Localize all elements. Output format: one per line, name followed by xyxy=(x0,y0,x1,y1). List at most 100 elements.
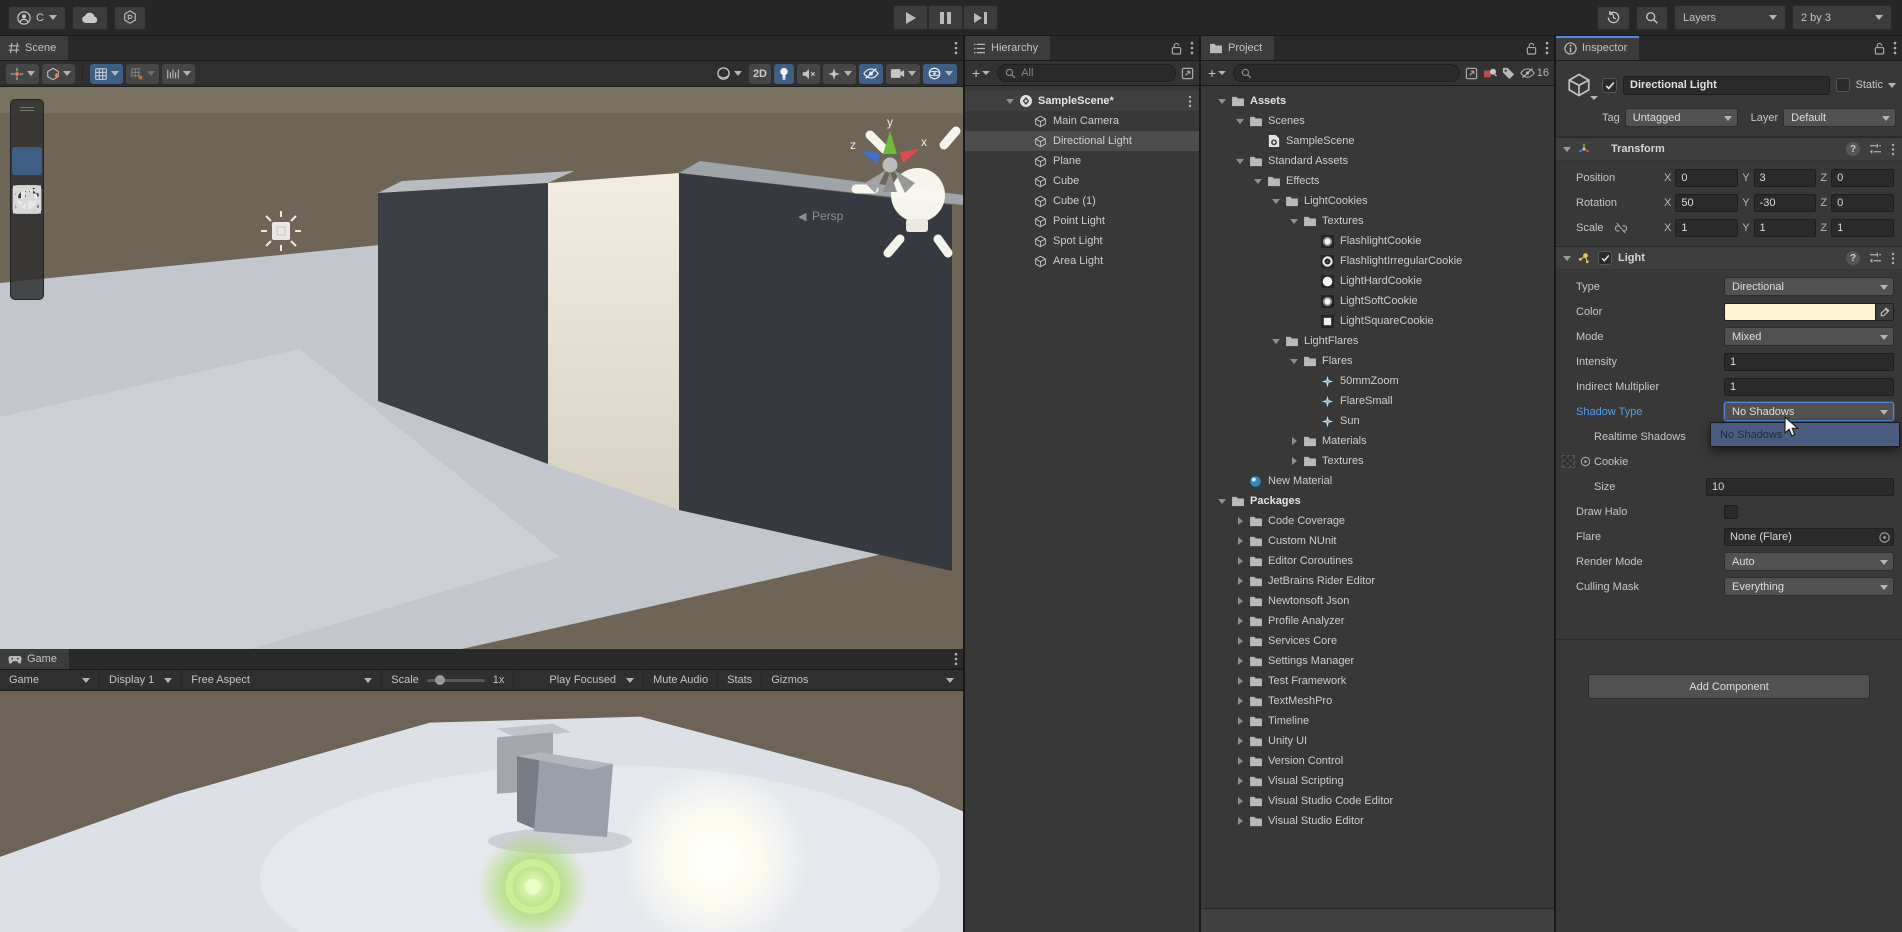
project-item-packages[interactable]: Packages xyxy=(1201,491,1554,511)
expander-closed-icon[interactable] xyxy=(1233,634,1247,648)
project-item-scenes[interactable]: Scenes xyxy=(1201,111,1554,131)
expander-open-icon[interactable] xyxy=(1287,354,1301,368)
expander-closed-icon[interactable] xyxy=(1233,514,1247,528)
gameobject-name-field[interactable]: Directional Light xyxy=(1623,75,1831,95)
project-item-sun[interactable]: Sun xyxy=(1201,411,1554,431)
project-item-editor-coroutines[interactable]: Editor Coroutines xyxy=(1201,551,1554,571)
expander-open-icon[interactable] xyxy=(1287,214,1301,228)
light-enabled-checkbox[interactable] xyxy=(1598,251,1612,265)
scene-visibility-button[interactable] xyxy=(859,63,883,84)
hierarchy-item-samplescene[interactable]: SampleScene* xyxy=(965,91,1199,111)
search-by-label-icon[interactable] xyxy=(1502,67,1515,80)
expander-closed-icon[interactable] xyxy=(1233,694,1247,708)
stats-button[interactable]: Stats xyxy=(718,670,763,690)
layers-dropdown[interactable]: Layers xyxy=(1674,5,1786,30)
kebab-menu-icon[interactable] xyxy=(1545,41,1549,55)
project-item-visual-studio-code-editor[interactable]: Visual Studio Code Editor xyxy=(1201,791,1554,811)
snap-increment-button[interactable] xyxy=(162,63,195,84)
play-button[interactable] xyxy=(893,5,928,30)
project-item-unity-ui[interactable]: Unity UI xyxy=(1201,731,1554,751)
popup-item-no-shadows[interactable]: No Shadows xyxy=(1711,423,1899,446)
project-item-visual-studio-editor[interactable]: Visual Studio Editor xyxy=(1201,811,1554,831)
rotation-z-field[interactable]: 0 xyxy=(1831,193,1894,212)
mute-audio-button[interactable]: Mute Audio xyxy=(644,670,719,690)
scale-x-field[interactable]: 1 xyxy=(1675,218,1739,237)
kebab-menu-icon[interactable] xyxy=(1188,95,1192,108)
project-item-lighthardcookie[interactable]: LightHardCookie xyxy=(1201,271,1554,291)
cloud-button[interactable] xyxy=(71,5,108,30)
eyedropper-icon[interactable] xyxy=(1875,303,1893,320)
project-search-input[interactable] xyxy=(1233,64,1460,82)
expander-closed-icon[interactable] xyxy=(1233,814,1247,828)
project-item-custom-nunit[interactable]: Custom NUnit xyxy=(1201,531,1554,551)
chevron-down-icon[interactable] xyxy=(1888,82,1896,88)
expander-open-icon[interactable] xyxy=(1269,334,1283,348)
hierarchy-item-main-camera[interactable]: Main Camera xyxy=(965,111,1199,131)
expander-closed-icon[interactable] xyxy=(1233,714,1247,728)
game-view-dropdown[interactable]: Game xyxy=(0,670,100,690)
hierarchy-item-cube[interactable]: Cube xyxy=(965,171,1199,191)
hierarchy-search-input[interactable]: All xyxy=(997,64,1176,82)
gizmos-dropdown[interactable]: Gizmos xyxy=(762,670,963,690)
perspective-label[interactable]: ◀ Persp xyxy=(798,209,844,223)
create-object-button[interactable]: + xyxy=(970,65,992,81)
pause-button[interactable] xyxy=(928,5,963,30)
project-item-standard-assets[interactable]: Standard Assets xyxy=(1201,151,1554,171)
project-item-flares[interactable]: Flares xyxy=(1201,351,1554,371)
tab-hierarchy[interactable]: Hierarchy xyxy=(965,36,1051,60)
expander-closed-icon[interactable] xyxy=(1287,434,1301,448)
link-broken-icon[interactable] xyxy=(1614,222,1628,234)
shading-mode-button[interactable] xyxy=(712,64,746,84)
tab-scene[interactable]: Scene xyxy=(0,36,69,60)
position-x-field[interactable]: 0 xyxy=(1675,168,1739,187)
foldout-icon[interactable] xyxy=(1563,255,1571,261)
project-item-profile-analyzer[interactable]: Profile Analyzer xyxy=(1201,611,1554,631)
rotation-y-field[interactable]: -30 xyxy=(1753,193,1817,212)
kebab-menu-icon[interactable] xyxy=(1891,252,1895,265)
draw-halo-checkbox[interactable] xyxy=(1724,504,1738,519)
handle-rotation-button[interactable] xyxy=(42,63,75,84)
project-item-lightcookies[interactable]: LightCookies xyxy=(1201,191,1554,211)
tab-project[interactable]: Project xyxy=(1201,36,1275,60)
project-item-lightsoftcookie[interactable]: LightSoftCookie xyxy=(1201,291,1554,311)
cookie-size-field[interactable]: 10 xyxy=(1706,477,1894,496)
project-item-flashlightcookie[interactable]: FlashlightCookie xyxy=(1201,231,1554,251)
effects-button[interactable] xyxy=(823,63,856,84)
project-item-services-core[interactable]: Services Core xyxy=(1201,631,1554,651)
expander-open-icon[interactable] xyxy=(1233,154,1247,168)
hidden-count-button[interactable]: 16 xyxy=(1519,67,1549,79)
layer-dropdown[interactable]: Default xyxy=(1783,108,1896,127)
scale-z-field[interactable]: 1 xyxy=(1831,218,1894,237)
transform-tool-button[interactable] xyxy=(12,186,42,295)
project-item-timeline[interactable]: Timeline xyxy=(1201,711,1554,731)
expander-open-icon[interactable] xyxy=(1215,94,1229,108)
position-y-field[interactable]: 3 xyxy=(1753,168,1817,187)
foldout-icon[interactable] xyxy=(1563,146,1571,152)
hierarchy-item-cube-1[interactable]: Cube (1) xyxy=(965,191,1199,211)
scale-slider[interactable] xyxy=(426,674,485,685)
position-z-field[interactable]: 0 xyxy=(1831,168,1894,187)
grid-visibility-button[interactable] xyxy=(90,63,123,84)
scene-viewport[interactable]: y x z ◀ Persp xyxy=(0,87,963,649)
audio-mute-button[interactable] xyxy=(797,63,820,84)
open-new-window-icon[interactable] xyxy=(1181,67,1194,80)
expander-open-icon[interactable] xyxy=(1003,94,1017,108)
indirect-multiplier-field[interactable]: 1 xyxy=(1724,377,1894,396)
light-mode-dropdown[interactable]: Mixed xyxy=(1724,327,1894,346)
render-mode-dropdown[interactable]: Auto xyxy=(1724,552,1894,571)
open-new-window-icon[interactable] xyxy=(1465,67,1478,80)
transform-component-header[interactable]: Transform ? xyxy=(1556,137,1902,161)
aspect-dropdown[interactable]: Free Aspect xyxy=(182,670,383,690)
light-color-swatch[interactable] xyxy=(1724,302,1894,321)
expander-open-icon[interactable] xyxy=(1269,194,1283,208)
light-component-header[interactable]: Light ? xyxy=(1556,246,1902,270)
expander-closed-icon[interactable] xyxy=(1233,554,1247,568)
expander-open-icon[interactable] xyxy=(1251,174,1265,188)
project-item-assets[interactable]: Assets xyxy=(1201,91,1554,111)
expander-closed-icon[interactable] xyxy=(1233,654,1247,668)
flare-object-field[interactable]: None (Flare) xyxy=(1724,527,1894,546)
search-by-type-icon[interactable] xyxy=(1483,67,1497,80)
kebab-menu-icon[interactable] xyxy=(1190,41,1194,55)
game-viewport[interactable] xyxy=(0,691,963,932)
shadow-type-dropdown[interactable]: No Shadows xyxy=(1724,402,1894,421)
